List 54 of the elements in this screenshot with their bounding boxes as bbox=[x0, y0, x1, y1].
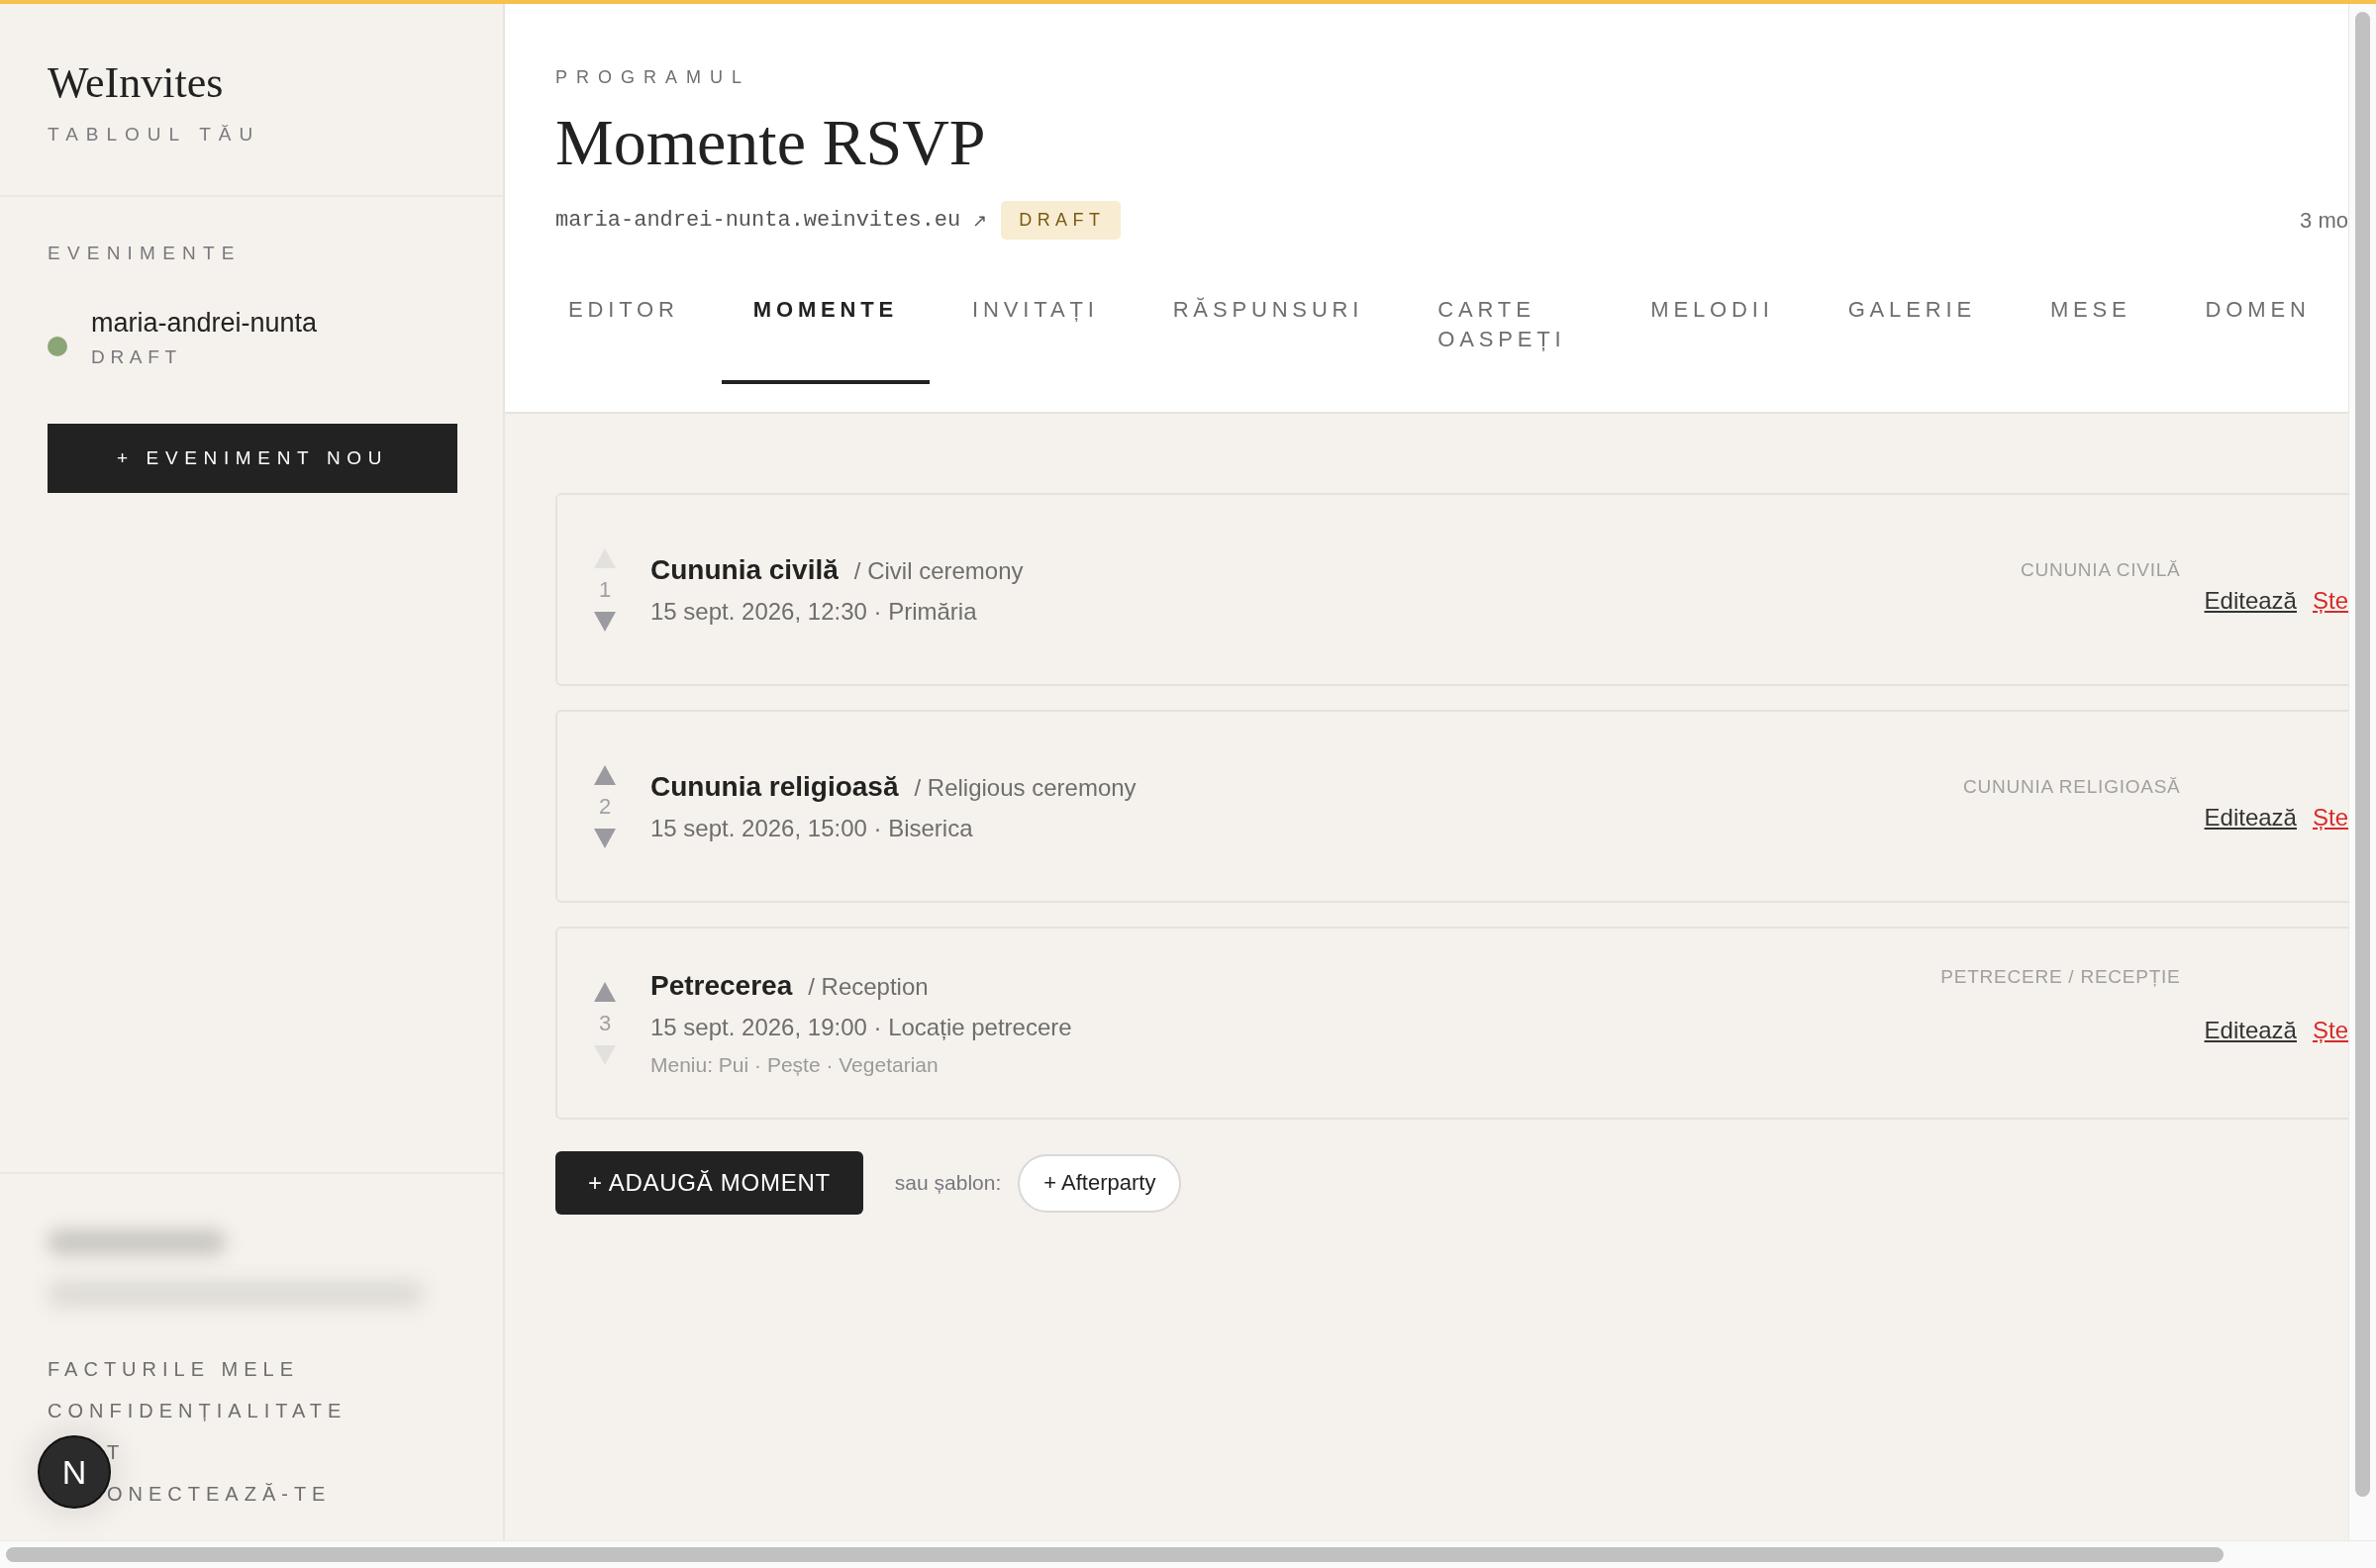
moment-subtitle: / Civil ceremony bbox=[853, 556, 1024, 585]
template-chip[interactable]: + Afterparty bbox=[1018, 1153, 1182, 1213]
tab[interactable]: MELODII bbox=[1619, 295, 1806, 384]
tab[interactable]: CARTE OASPEȚI bbox=[1406, 295, 1609, 384]
sidebar-link[interactable]: CONFIDENȚIALITATE bbox=[48, 1400, 347, 1422]
tab[interactable]: MOMENTE bbox=[721, 295, 931, 384]
moment-subtitle: / Religious ceremony bbox=[914, 773, 1137, 802]
tab[interactable]: MESE bbox=[2018, 295, 2163, 384]
updated-time: 3 mo bbox=[2300, 207, 2348, 234]
template-label: sau șablon: bbox=[894, 1171, 1002, 1195]
moment-datetime: 15 sept. 2026, 19:00 · Locație petrecere bbox=[650, 1013, 1072, 1041]
sidebar-link[interactable]: FACTURILE MELE bbox=[48, 1358, 300, 1381]
moment-type: PETRECERE / RECEPȚIE bbox=[1940, 966, 2181, 988]
order-number: 1 bbox=[598, 576, 612, 603]
moment-type: CUNUNIA CIVILĂ bbox=[2020, 559, 2181, 581]
status-badge: DRAFT bbox=[1001, 201, 1122, 240]
order-number: 2 bbox=[598, 793, 612, 820]
tab[interactable]: RĂSPUNSURI bbox=[1140, 295, 1396, 384]
move-up-button[interactable] bbox=[593, 763, 617, 786]
moment-subtitle: / Reception bbox=[808, 972, 929, 1001]
edit-link[interactable]: Editează bbox=[2204, 803, 2297, 831]
delete-link[interactable]: Ște bbox=[2312, 1016, 2348, 1043]
external-link-icon[interactable]: ↗ bbox=[972, 209, 988, 232]
tab[interactable]: EDITOR bbox=[537, 295, 711, 384]
event-status: DRAFT bbox=[91, 346, 182, 368]
edit-link[interactable]: Editează bbox=[2204, 1016, 2297, 1043]
new-event-button[interactable]: + EVENIMENT NOU bbox=[48, 424, 457, 493]
moment-title: Cununia civilă bbox=[650, 553, 839, 586]
site-url-link[interactable]: maria-andrei-nunta.weinvites.eu bbox=[555, 208, 961, 233]
section-label: EVENIMENTE bbox=[48, 243, 242, 264]
move-down-button[interactable] bbox=[593, 610, 617, 633]
tab[interactable]: INVITAȚI bbox=[940, 295, 1131, 384]
menu-options: Meniu: Pui · Pește · Vegetarian bbox=[650, 1052, 939, 1077]
moment-title: Cununia religioasă bbox=[650, 770, 899, 803]
app-logo: WeInvites bbox=[48, 57, 224, 108]
tab[interactable]: DOMEN bbox=[2173, 295, 2342, 384]
add-moment-button[interactable]: + ADAUGĂ MOMENT bbox=[555, 1151, 863, 1215]
tab[interactable]: GALERIE bbox=[1816, 295, 2008, 384]
moment-type: CUNUNIA RELIGIOASĂ bbox=[1963, 776, 2181, 798]
delete-link[interactable]: Ște bbox=[2312, 803, 2348, 831]
dashboard-subtitle: TABLOUL TĂU bbox=[48, 124, 261, 146]
horizontal-scrollbar[interactable] bbox=[6, 1547, 2224, 1562]
event-link[interactable]: maria-andrei-nunta bbox=[91, 308, 318, 339]
moment-datetime: 15 sept. 2026, 15:00 · Biserica bbox=[650, 814, 973, 842]
edit-link[interactable]: Editează bbox=[2204, 586, 2297, 614]
page-title: Momente RSVP bbox=[555, 110, 986, 175]
move-down-button[interactable] bbox=[593, 827, 617, 849]
moment-datetime: 15 sept. 2026, 12:30 · Primăria bbox=[650, 597, 977, 626]
moment-title: Petrecerea bbox=[650, 969, 793, 1002]
delete-link[interactable]: Ște bbox=[2312, 586, 2348, 614]
order-number: 3 bbox=[598, 1010, 612, 1036]
vertical-scrollbar[interactable] bbox=[2355, 12, 2370, 1497]
move-up-button[interactable] bbox=[593, 980, 617, 1003]
page-eyebrow: PROGRAMUL bbox=[555, 67, 750, 88]
